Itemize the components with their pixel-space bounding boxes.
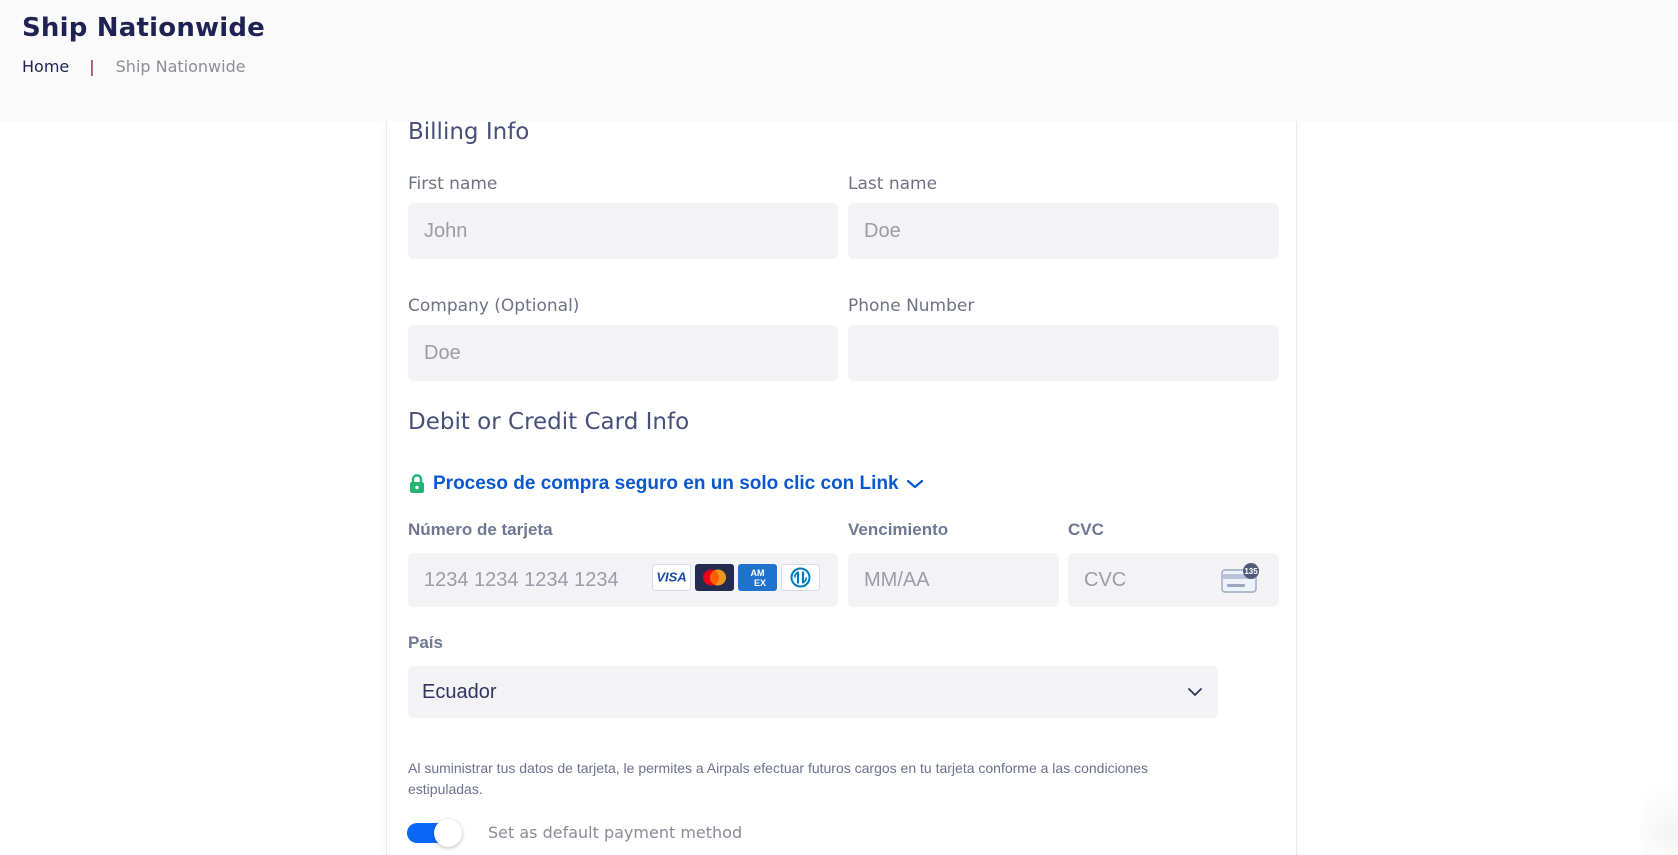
- cvc-label: CVC: [1068, 520, 1104, 539]
- country-label: País: [408, 633, 443, 652]
- lock-icon: [410, 474, 424, 493]
- cvc-badge-text: 135: [1244, 567, 1258, 576]
- last-name-input[interactable]: [848, 203, 1279, 259]
- company-label: Company (Optional): [408, 296, 580, 316]
- billing-payment-card: Billing Info First name Last name Compan…: [386, 118, 1297, 855]
- breadcrumb: Home | Ship Nationwide: [22, 56, 246, 78]
- first-name-label: First name: [408, 174, 498, 194]
- default-payment-toggle[interactable]: [407, 819, 462, 847]
- first-name-input[interactable]: [408, 203, 838, 259]
- default-payment-label: Set as default payment method: [488, 823, 743, 842]
- card-brand-icons: VISA AM EX: [652, 564, 820, 591]
- chevron-down-icon: [906, 479, 923, 489]
- cvc-card-icon: 135: [1221, 563, 1259, 593]
- shipping-payment-page: Ship Nationwide Home | Ship Nationwide B…: [0, 0, 1678, 855]
- breadcrumb-separator: |: [89, 57, 95, 76]
- company-input[interactable]: [408, 325, 838, 381]
- expiry-label: Vencimiento: [848, 520, 949, 539]
- phone-number-input[interactable]: [848, 325, 1279, 381]
- card-number-label: Número de tarjeta: [408, 520, 553, 539]
- billing-info-title: Billing Info: [408, 119, 530, 145]
- toggle-knob: [434, 819, 462, 847]
- last-name-label: Last name: [848, 174, 938, 194]
- amex-top-text: AM: [751, 568, 765, 578]
- secure-checkout-text: Proceso de compra seguro en un solo clic…: [433, 473, 899, 494]
- visa-icon: VISA: [652, 564, 691, 591]
- country-select[interactable]: Ecuador: [408, 666, 1218, 718]
- phone-number-label: Phone Number: [848, 296, 975, 316]
- breadcrumb-current-page: Ship Nationwide: [115, 57, 246, 76]
- amex-bottom-text: EX: [754, 578, 766, 588]
- card-authorization-notice: Al suministrar tus datos de tarjeta, le …: [408, 760, 1149, 797]
- country-select-wrapper[interactable]: Ecuador: [408, 666, 1218, 718]
- expiry-input[interactable]: [848, 553, 1059, 607]
- corner-shadow-decoration: [1640, 767, 1678, 855]
- page-header: Ship Nationwide Home | Ship Nationwide: [0, 0, 1678, 121]
- link-secure-checkout[interactable]: Proceso de compra seguro en un solo clic…: [408, 472, 924, 496]
- diners-club-icon: [781, 564, 820, 591]
- breadcrumb-home-link[interactable]: Home: [22, 56, 69, 78]
- mastercard-icon: [695, 564, 734, 591]
- page-title: Ship Nationwide: [22, 13, 266, 43]
- amex-icon: AM EX: [738, 564, 777, 591]
- visa-text: VISA: [656, 570, 686, 585]
- card-info-title: Debit or Credit Card Info: [408, 409, 690, 435]
